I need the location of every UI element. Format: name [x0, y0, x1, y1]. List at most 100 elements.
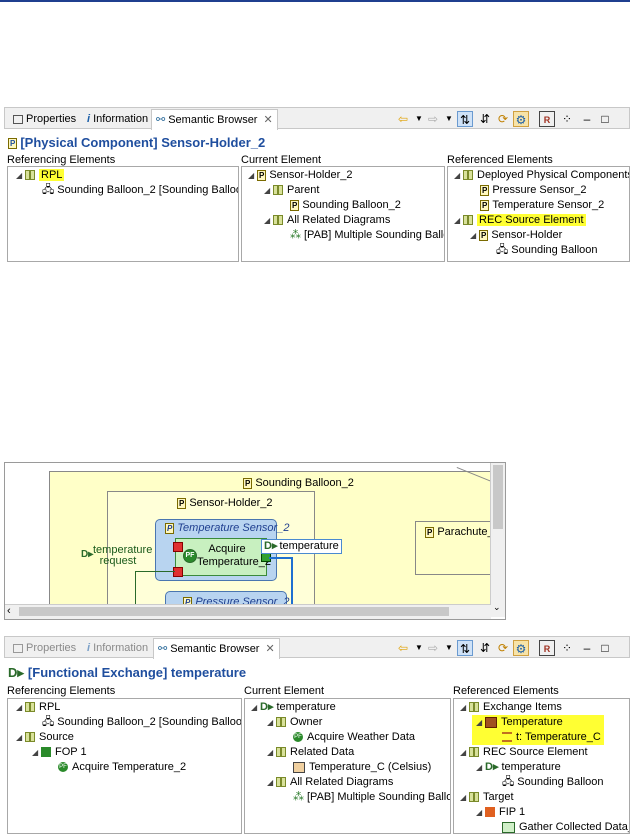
current-tree[interactable]: ◢ D▸ temperature ◢ Owner PF Acquire Weather … — [244, 698, 451, 834]
tree-item[interactable]: 🖧 Sounding Balloon_2 [Sounding Balloon] — [42, 183, 238, 198]
scroll-thumb[interactable] — [19, 607, 449, 616]
tree-item[interactable]: ⁂ [PAB] Multiple Sounding Balloo — [290, 228, 444, 243]
r-icon[interactable]: R — [539, 640, 555, 656]
tab-properties[interactable]: Properties — [9, 639, 80, 657]
exchange-label[interactable]: D▸ temperature — [261, 539, 342, 554]
tree-item[interactable]: ◢ RPL — [16, 168, 65, 183]
expand-icon[interactable]: ◢ — [16, 730, 25, 745]
tree-item[interactable]: ◢ Deployed Physical Components — [454, 168, 629, 183]
expand-icon[interactable]: ◢ — [454, 213, 463, 228]
tree-item[interactable]: ◢ All Related Diagrams — [264, 213, 390, 228]
tree-item[interactable]: ◢ RPL — [16, 700, 60, 715]
expand-icon[interactable]: ◢ — [32, 745, 41, 760]
expand-icon[interactable]: ◢ — [476, 805, 485, 820]
input-port[interactable] — [173, 542, 183, 552]
close-tab-icon[interactable]: ✕ — [263, 114, 272, 126]
back-arrow-icon[interactable]: ⇦ — [395, 111, 411, 127]
tree-item[interactable]: 🖧 Sounding Balloon — [502, 775, 604, 790]
expand-icon[interactable]: ◢ — [470, 228, 479, 243]
maximize-icon[interactable]: □ — [597, 640, 613, 656]
tree-item[interactable]: ◢ Related Data — [267, 745, 354, 760]
tree-item[interactable]: ◢ Exchange Items — [460, 700, 562, 715]
tree-item[interactable]: ◢ FIP 1 — [476, 805, 525, 820]
forward-dropdown-icon[interactable]: ▼ — [441, 640, 457, 656]
expand-icon[interactable]: ◢ — [16, 700, 25, 715]
tree-item[interactable]: ◢ D▸ temperature — [251, 700, 336, 715]
minimize-icon[interactable]: – — [579, 640, 595, 656]
expand-all-icon[interactable]: ⁘ — [559, 640, 575, 656]
link-with-editor-icon[interactable]: ⇅ — [457, 111, 473, 127]
tree-item[interactable]: ◢ P Sensor-Holder_2 — [248, 168, 353, 183]
tree-item[interactable]: 🖧 Sounding Balloon_2 [Sounding Balloon] — [42, 715, 241, 730]
sort-icon[interactable]: ⇵ — [477, 111, 493, 127]
expand-icon[interactable]: ◢ — [16, 168, 25, 183]
referenced-tree[interactable]: ◢ Deployed Physical Components P Pressure … — [447, 166, 630, 262]
close-tab-icon[interactable]: ✕ — [265, 643, 274, 655]
expand-icon[interactable]: ◢ — [251, 700, 260, 715]
filter-icon[interactable]: ⚙ — [513, 111, 529, 127]
forward-dropdown-icon[interactable]: ▼ — [441, 111, 457, 127]
expand-icon[interactable]: ◢ — [460, 700, 469, 715]
expand-all-icon[interactable]: ⁘ — [559, 111, 575, 127]
chevron-down-icon[interactable]: ⌄ — [493, 602, 501, 613]
link-with-editor-icon[interactable]: ⇅ — [457, 640, 473, 656]
expand-icon[interactable]: ◢ — [460, 790, 469, 805]
tree-item[interactable]: ◢ All Related Diagrams — [267, 775, 393, 790]
tree-item[interactable]: P Pressure Sensor_2 — [480, 183, 587, 198]
expand-icon[interactable]: ◢ — [248, 168, 257, 183]
expand-icon[interactable]: ◢ — [460, 745, 469, 760]
tree-item[interactable]: ◢ D▸ temperature — [476, 760, 561, 775]
expand-icon[interactable]: ◢ — [264, 183, 273, 198]
expand-icon[interactable]: ◢ — [267, 775, 276, 790]
tree-item[interactable]: ◢ REC Source Element — [460, 745, 588, 760]
referencing-tree[interactable]: ◢ RPL 🖧 Sounding Balloon_2 [Sounding Ballo… — [7, 166, 239, 262]
tree-item[interactable]: ⁂ [PAB] Multiple Sounding Balloo — [293, 790, 450, 805]
expand-icon[interactable]: ◢ — [264, 213, 273, 228]
expand-icon[interactable]: ◢ — [476, 715, 485, 730]
refresh-icon[interactable]: ⟳ — [495, 640, 511, 656]
expand-icon[interactable]: ◢ — [454, 168, 463, 183]
exchange-link[interactable] — [269, 557, 293, 559]
tree-item[interactable]: ◢ REC Source Element — [454, 213, 586, 228]
diagram-canvas[interactable]: P Sounding Balloon_2 P Sensor-Holder_2 P Te… — [4, 462, 506, 620]
r-icon[interactable]: R — [539, 111, 555, 127]
forward-arrow-icon[interactable]: ⇨ — [425, 111, 441, 127]
tree-item[interactable]: Gather Collected Data_2 — [502, 820, 629, 833]
referencing-tree[interactable]: ◢ RPL 🖧 Sounding Balloon_2 [Sounding Ballo… — [7, 698, 242, 834]
sort-icon[interactable]: ⇵ — [477, 640, 493, 656]
tree-item[interactable]: ◢ Temperature — [476, 715, 563, 730]
tree-item[interactable]: t: Temperature_C — [502, 730, 601, 745]
referenced-tree[interactable]: ◢ Exchange Items ◢ Temperature t: Temperat… — [453, 698, 630, 834]
expand-icon[interactable]: ◢ — [267, 745, 276, 760]
tree-item[interactable]: ◢ P Sensor-Holder — [470, 228, 562, 243]
tree-item[interactable]: 🖧 Sounding Balloon — [496, 243, 598, 258]
horizontal-scrollbar[interactable]: ‹ — [5, 604, 491, 619]
back-arrow-icon[interactable]: ⇦ — [395, 640, 411, 656]
filter-icon[interactable]: ⚙ — [513, 640, 529, 656]
tree-item[interactable]: Temperature_C (Celsius) — [293, 760, 431, 775]
expand-icon[interactable]: ◢ — [476, 760, 485, 775]
tree-item[interactable]: PF Acquire Weather Data — [293, 730, 415, 745]
tree-item[interactable]: ◢ Source — [16, 730, 74, 745]
refresh-icon[interactable]: ⟳ — [495, 111, 511, 127]
tab-semantic-browser[interactable]: ⚯ Semantic Browser ✕ — [151, 109, 278, 130]
tree-item[interactable]: ◢ Target — [460, 790, 514, 805]
expand-icon[interactable]: ◢ — [267, 715, 276, 730]
tree-item[interactable]: ◢ Owner — [267, 715, 322, 730]
current-tree[interactable]: ◢ P Sensor-Holder_2 ◢ Parent P Sounding Ball… — [241, 166, 445, 262]
tree-item[interactable]: ◢ Parent — [264, 183, 319, 198]
tree-item[interactable]: P Sounding Balloon_2 — [290, 198, 401, 213]
forward-arrow-icon[interactable]: ⇨ — [425, 640, 441, 656]
vertical-scrollbar[interactable]: ⌄ — [490, 463, 505, 617]
tree-item[interactable]: P Temperature Sensor_2 — [480, 198, 604, 213]
tab-information[interactable]: i Information — [83, 110, 152, 128]
chevron-left-icon[interactable]: ‹ — [7, 605, 11, 618]
tab-properties[interactable]: Properties — [9, 110, 80, 128]
input-port[interactable] — [173, 567, 183, 577]
minimize-icon[interactable]: – — [579, 111, 595, 127]
tree-item[interactable]: ◢ FOP 1 — [32, 745, 87, 760]
tree-item[interactable]: PF Acquire Temperature_2 — [58, 760, 186, 775]
maximize-icon[interactable]: □ — [597, 111, 613, 127]
tab-semantic-browser[interactable]: ⚯ Semantic Browser ✕ — [153, 638, 280, 659]
tab-information[interactable]: i Information — [83, 639, 152, 657]
